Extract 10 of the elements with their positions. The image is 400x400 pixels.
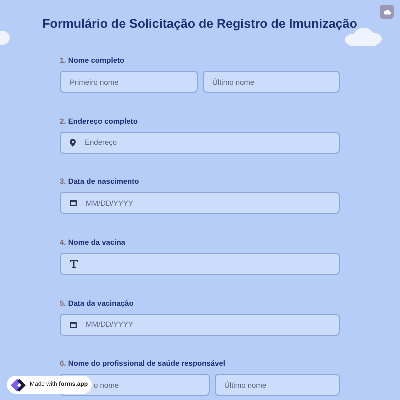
upload-button[interactable] [380, 5, 394, 19]
text-icon [70, 260, 78, 268]
cloud-icon [384, 10, 390, 14]
calendar-icon [70, 322, 77, 328]
cloud-icon [0, 30, 10, 46]
location-pin-icon [70, 138, 76, 147]
logo-icon [11, 378, 26, 392]
input-field[interactable] [60, 253, 340, 276]
form-title: Formulário de Solicitação de Registro de Imunização [42, 16, 358, 33]
calendar-icon [70, 200, 77, 207]
